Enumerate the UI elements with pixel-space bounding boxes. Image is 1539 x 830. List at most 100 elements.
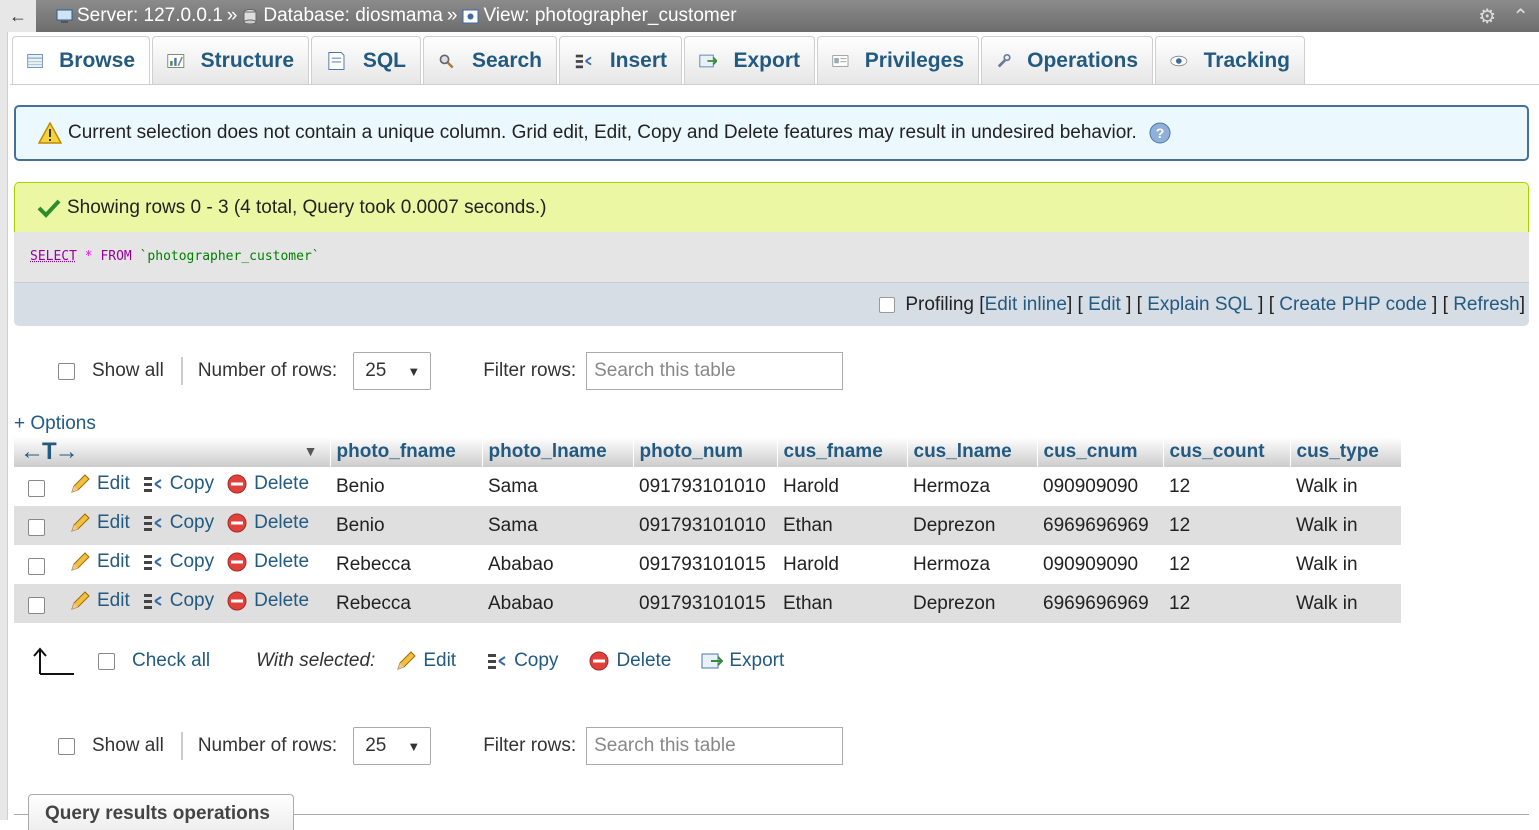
sql-keyword-select[interactable]: SELECT: [30, 249, 77, 264]
cell-cus-lname[interactable]: Hermoza: [907, 545, 1037, 584]
cell-photo-fname[interactable]: Rebecca: [330, 584, 482, 623]
row-edit-button[interactable]: Edit: [69, 590, 130, 612]
cell-cus-count[interactable]: 12: [1163, 467, 1290, 506]
breadcrumb-bar: ← Server: 127.0.0.1 » Database: diosmama…: [0, 0, 1539, 32]
cell-cus-count[interactable]: 12: [1163, 506, 1290, 545]
query-results-operations-legend[interactable]: Query results operations: [28, 794, 294, 830]
explain-sql-link[interactable]: Explain SQL: [1147, 294, 1253, 316]
cell-photo-lname[interactable]: Ababao: [482, 545, 633, 584]
show-all-checkbox[interactable]: [58, 362, 75, 380]
number-of-rows-select[interactable]: 25 ▼: [353, 352, 432, 390]
row-checkbox[interactable]: [28, 558, 45, 576]
row-edit-button[interactable]: Edit: [69, 551, 130, 573]
cell-cus-type[interactable]: Walk in: [1290, 467, 1401, 506]
number-of-rows-select[interactable]: 25 ▼: [353, 727, 432, 765]
edit-inline-link[interactable]: Edit inline: [985, 294, 1067, 316]
show-all-checkbox[interactable]: [58, 737, 75, 755]
help-icon[interactable]: ?: [1149, 122, 1171, 144]
bulk-export-button[interactable]: Export: [701, 650, 784, 672]
row-delete-button[interactable]: Delete: [226, 512, 309, 534]
cell-photo-num[interactable]: 091793101010: [633, 467, 777, 506]
cell-cus-lname[interactable]: Deprezon: [907, 584, 1037, 623]
copy-icon: [488, 654, 506, 669]
filter-rows-input[interactable]: [586, 352, 844, 390]
breadcrumb-view[interactable]: View: photographer_customer: [483, 5, 736, 27]
bulk-delete-button[interactable]: Delete: [588, 650, 671, 672]
back-arrow-icon[interactable]: ←: [0, 0, 36, 32]
search-icon: [439, 53, 454, 68]
row-delete-button[interactable]: Delete: [226, 590, 309, 612]
row-delete-button[interactable]: Delete: [226, 473, 309, 495]
cell-cus-fname[interactable]: Harold: [777, 467, 907, 506]
cell-cus-cnum[interactable]: 6969696969: [1037, 584, 1163, 623]
row-checkbox[interactable]: [28, 519, 45, 537]
cell-photo-lname[interactable]: Ababao: [482, 584, 633, 623]
cell-photo-fname[interactable]: Rebecca: [330, 545, 482, 584]
cell-cus-type[interactable]: Walk in: [1290, 506, 1401, 545]
cell-photo-num[interactable]: 091793101010: [633, 506, 777, 545]
row-edit-button[interactable]: Edit: [69, 473, 130, 495]
column-header-cus-type[interactable]: cus_type: [1290, 437, 1402, 467]
breadcrumb-database[interactable]: Database: diosmama: [263, 5, 443, 27]
tab-sql[interactable]: SQL: [311, 36, 421, 84]
row-copy-button[interactable]: Copy: [142, 512, 214, 534]
column-header-photo-num[interactable]: photo_num: [633, 437, 778, 467]
cell-cus-cnum[interactable]: 6969696969: [1037, 506, 1163, 545]
check-all-checkbox[interactable]: [98, 652, 115, 670]
row-copy-button[interactable]: Copy: [142, 473, 214, 495]
tab-operations[interactable]: Operations: [981, 36, 1153, 84]
edit-query-link[interactable]: Edit: [1088, 294, 1121, 316]
column-header-cus-cnum[interactable]: cus_cnum: [1037, 437, 1164, 467]
cell-photo-num[interactable]: 091793101015: [633, 584, 777, 623]
show-all-label[interactable]: Show all: [92, 735, 164, 757]
row-copy-button[interactable]: Copy: [142, 590, 214, 612]
column-header-cus-count[interactable]: cus_count: [1163, 437, 1291, 467]
cell-photo-lname[interactable]: Sama: [482, 467, 633, 506]
tab-structure[interactable]: Structure: [152, 36, 309, 84]
options-link[interactable]: + Options: [14, 413, 96, 435]
column-header-cus-lname[interactable]: cus_lname: [907, 437, 1038, 467]
cell-cus-lname[interactable]: Hermoza: [907, 467, 1037, 506]
refresh-link[interactable]: Refresh: [1453, 294, 1520, 316]
cell-photo-num[interactable]: 091793101015: [633, 545, 777, 584]
column-header-cus-fname[interactable]: cus_fname: [777, 437, 908, 467]
bulk-edit-button[interactable]: Edit: [395, 650, 456, 672]
sort-dropdown-icon[interactable]: ▼: [304, 443, 318, 459]
column-header-photo-lname[interactable]: photo_lname: [482, 437, 634, 467]
cell-cus-type[interactable]: Walk in: [1290, 584, 1401, 623]
breadcrumb-server[interactable]: Server: 127.0.0.1: [77, 5, 223, 27]
cell-cus-lname[interactable]: Deprezon: [907, 506, 1037, 545]
tab-export[interactable]: Export: [684, 36, 815, 84]
profiling-checkbox[interactable]: [879, 296, 896, 313]
cell-cus-cnum[interactable]: 090909090: [1037, 467, 1163, 506]
collapse-icon[interactable]: ⌃: [1512, 4, 1529, 29]
tab-tracking[interactable]: Tracking: [1155, 36, 1305, 84]
tab-browse[interactable]: Browse: [12, 36, 150, 84]
row-edit-button[interactable]: Edit: [69, 512, 130, 534]
tab-search[interactable]: Search: [423, 36, 557, 84]
column-header-photo-fname[interactable]: photo_fname: [330, 437, 483, 467]
cell-cus-fname[interactable]: Ethan: [777, 506, 907, 545]
cell-photo-lname[interactable]: Sama: [482, 506, 633, 545]
cell-photo-fname[interactable]: Benio: [330, 467, 482, 506]
cell-photo-fname[interactable]: Benio: [330, 506, 482, 545]
tab-insert[interactable]: Insert: [559, 36, 682, 84]
column-arrows-icon[interactable]: ←T→: [20, 438, 79, 465]
row-copy-button[interactable]: Copy: [142, 551, 214, 573]
filter-rows-input[interactable]: [586, 727, 844, 765]
tab-privileges[interactable]: Privileges: [817, 36, 979, 84]
gear-icon[interactable]: ⚙: [1478, 4, 1496, 29]
cell-cus-fname[interactable]: Harold: [777, 545, 907, 584]
cell-cus-cnum[interactable]: 090909090: [1037, 545, 1163, 584]
cell-cus-count[interactable]: 12: [1163, 584, 1290, 623]
row-checkbox[interactable]: [28, 597, 45, 615]
cell-cus-type[interactable]: Walk in: [1290, 545, 1401, 584]
row-delete-button[interactable]: Delete: [226, 551, 309, 573]
show-all-label[interactable]: Show all: [92, 360, 164, 382]
row-checkbox[interactable]: [28, 480, 45, 498]
create-php-code-link[interactable]: Create PHP code: [1279, 294, 1427, 316]
check-all-label[interactable]: Check all: [132, 650, 210, 672]
bulk-copy-button[interactable]: Copy: [486, 650, 558, 672]
cell-cus-count[interactable]: 12: [1163, 545, 1290, 584]
cell-cus-fname[interactable]: Ethan: [777, 584, 907, 623]
